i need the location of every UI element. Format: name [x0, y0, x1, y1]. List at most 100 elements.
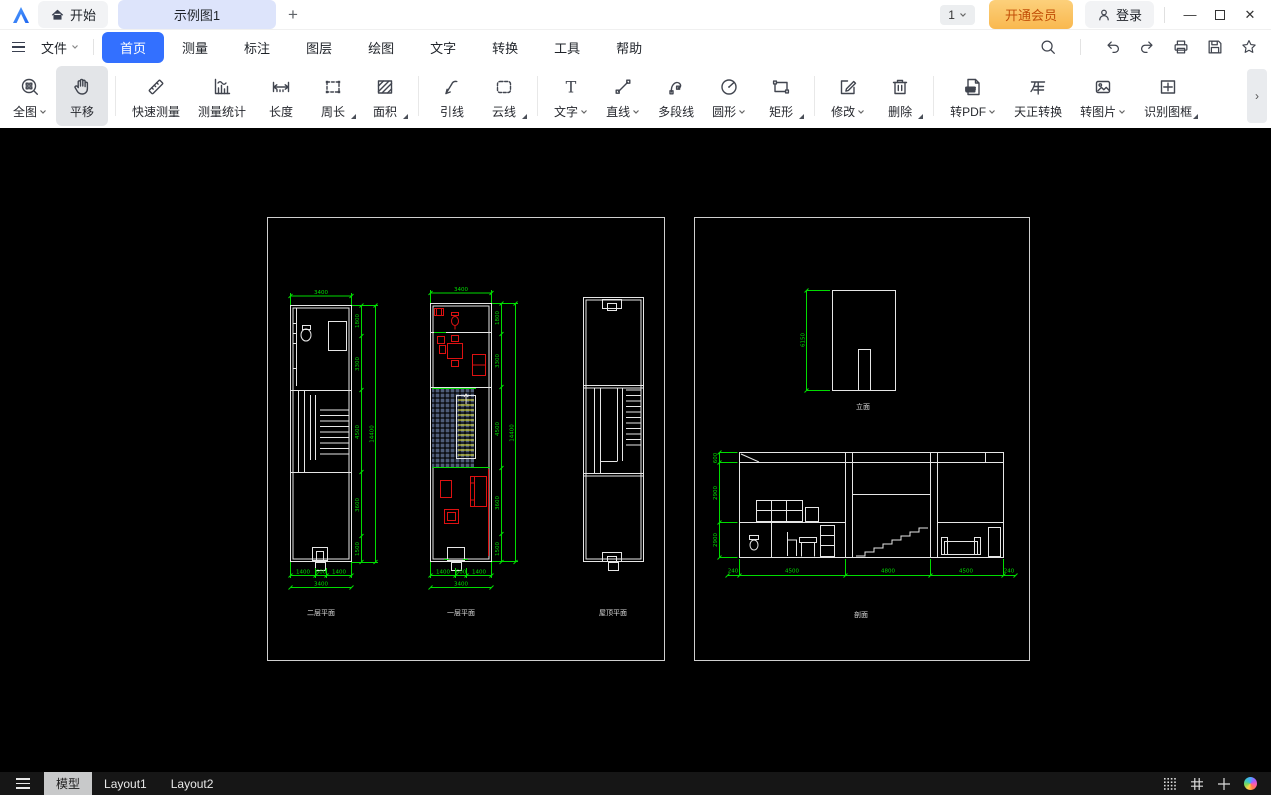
tool-text[interactable]: T 文字 [545, 66, 597, 126]
full-view-icon [19, 74, 41, 100]
tool-to-pdf[interactable]: PDF 转PDF [941, 66, 1005, 126]
svg-text:240: 240 [728, 569, 739, 575]
menu-tab-text[interactable]: 文字 [412, 32, 474, 63]
plan-second-floor: 3400 1800 3300 4500 3600 1500 14400 1400… [289, 290, 379, 617]
tool-modify[interactable]: 修改 [822, 66, 874, 126]
svg-text:4500: 4500 [355, 425, 361, 439]
menu-tab-convert[interactable]: 转换 [474, 32, 536, 63]
file-menu[interactable]: 文件 [35, 34, 85, 61]
menu-tab-measure[interactable]: 测量 [164, 32, 226, 63]
svg-text:T: T [566, 78, 577, 97]
toolbar-divider [933, 76, 934, 116]
svg-text:4500: 4500 [785, 569, 799, 575]
color-wheel-icon[interactable] [1244, 777, 1257, 790]
svg-text:3400: 3400 [314, 582, 328, 588]
tab-layout2[interactable]: Layout2 [159, 774, 226, 794]
tool-recognize-frame[interactable]: 识别图框 [1135, 66, 1201, 126]
tool-polyline[interactable]: 多段线 [649, 66, 703, 126]
svg-text:3600: 3600 [495, 496, 501, 510]
corner-dropdown-icon [403, 114, 408, 119]
menu-tab-draw[interactable]: 绘图 [350, 32, 412, 63]
chevron-down-icon [632, 109, 640, 115]
tool-label: 天正转换 [1014, 103, 1062, 120]
tool-pan[interactable]: 平移 [56, 66, 108, 126]
tool-label: 面积 [373, 103, 397, 120]
close-button[interactable]: ✕ [1235, 2, 1265, 28]
tool-label: 云线 [492, 103, 516, 120]
cloud-line-icon [493, 74, 515, 100]
tool-to-image[interactable]: 转图片 [1071, 66, 1135, 126]
tool-label: 矩形 [769, 103, 793, 120]
tool-length[interactable]: 长度 [255, 66, 307, 126]
tool-delete[interactable]: 删除 [874, 66, 926, 126]
tianzheng-icon [1027, 74, 1049, 100]
section-label: 剖面 [854, 610, 868, 619]
text-icon: T [560, 74, 582, 100]
delete-icon [889, 74, 911, 100]
corner-dropdown-icon [351, 114, 356, 119]
length-icon [270, 74, 292, 100]
rectangle-icon [770, 74, 792, 100]
tab-layout1[interactable]: Layout1 [92, 774, 159, 794]
tool-full-view[interactable]: 全图 [4, 66, 56, 126]
tool-circle[interactable]: 圆形 [703, 66, 755, 126]
menu-tab-home[interactable]: 首页 [102, 32, 164, 63]
undo-icon[interactable] [1103, 37, 1123, 57]
tool-leader[interactable]: 引线 [426, 66, 478, 126]
tool-label: 周长 [321, 103, 345, 120]
redo-icon[interactable] [1137, 37, 1157, 57]
tool-area[interactable]: 面积 [359, 66, 411, 126]
chevron-down-icon [1118, 109, 1126, 115]
view-count-dropdown[interactable]: 1 [940, 5, 975, 25]
tab-model[interactable]: 模型 [44, 772, 92, 795]
svg-text:4500: 4500 [959, 569, 973, 575]
menubar-right-icons [1038, 37, 1259, 57]
search-icon[interactable] [1038, 37, 1058, 57]
crosshair-icon[interactable] [1217, 777, 1231, 791]
favorite-star-icon[interactable] [1239, 37, 1259, 57]
login-button[interactable]: 登录 [1085, 1, 1154, 28]
circle-icon [718, 74, 740, 100]
save-icon[interactable] [1205, 37, 1225, 57]
maximize-button[interactable] [1205, 2, 1235, 28]
tool-label: 测量统计 [198, 103, 246, 120]
vip-button[interactable]: 开通会员 [989, 0, 1073, 29]
menu-tab-tools[interactable]: 工具 [536, 32, 598, 63]
corner-dropdown-icon [918, 114, 923, 119]
tool-line[interactable]: 直线 [597, 66, 649, 126]
line-grid-icon[interactable] [1190, 777, 1204, 791]
tool-cloud-line[interactable]: 云线 [478, 66, 530, 126]
tool-quick-measure[interactable]: 快速测量 [123, 66, 189, 126]
tool-label: 识别图框 [1144, 103, 1192, 120]
menu-tab-annotate[interactable]: 标注 [226, 32, 288, 63]
minimize-button[interactable]: — [1175, 2, 1205, 28]
svg-text:1400: 1400 [436, 570, 450, 576]
section-drawing: 240 4500 4800 4500 240 600 2900 2900 剖面 [713, 451, 1018, 620]
toolbar-expand-button[interactable]: › [1247, 69, 1267, 123]
tool-measure-stats[interactable]: 测量统计 [189, 66, 255, 126]
dot-grid-icon[interactable] [1163, 777, 1177, 791]
print-icon[interactable] [1171, 37, 1191, 57]
menu-tab-layers[interactable]: 图层 [288, 32, 350, 63]
tool-perimeter[interactable]: 周长 [307, 66, 359, 126]
home-label: 开始 [70, 5, 96, 24]
tool-label: 直线 [606, 103, 630, 120]
svg-text:1400: 1400 [472, 570, 486, 576]
svg-text:14400: 14400 [370, 425, 376, 443]
home-button[interactable]: 开始 [38, 1, 108, 28]
tool-rectangle[interactable]: 矩形 [755, 66, 807, 126]
menubar: 文件 首页 测量 标注 图层 绘图 文字 转换 工具 帮助 [0, 30, 1271, 64]
layout-menu-hamburger-icon[interactable] [16, 778, 30, 788]
menu-hamburger-icon[interactable] [12, 42, 25, 53]
menu-tab-help[interactable]: 帮助 [598, 32, 660, 63]
drawing-canvas[interactable]: 3400 1800 3300 4500 3600 1500 14400 1400… [0, 128, 1271, 772]
plan-b-label: 一层平面 [447, 609, 475, 617]
new-tab-button[interactable]: + [276, 5, 310, 25]
leader-icon [441, 74, 463, 100]
tool-tianzheng-convert[interactable]: 天正转换 [1005, 66, 1071, 126]
tool-label: 修改 [831, 103, 855, 120]
modify-icon [837, 74, 859, 100]
elevation-drawing: 6150 立面 [801, 289, 896, 412]
plan-first-floor: 3400 1800 3300 4500 3600 1500 14400 1400… [429, 287, 519, 617]
document-tab[interactable]: 示例图1 [118, 0, 276, 29]
